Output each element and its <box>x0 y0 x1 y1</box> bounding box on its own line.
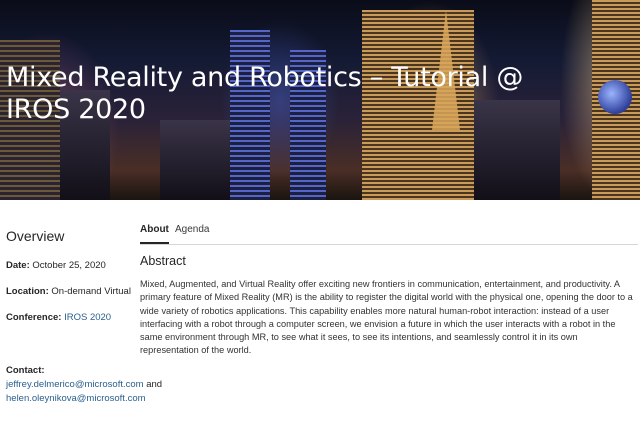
location-row: Location: On-demand Virtual <box>6 286 136 298</box>
contact-joiner: and <box>143 379 163 390</box>
date-row: Date: October 25, 2020 <box>6 260 136 272</box>
abstract-paragraph: Mixed, Augmented, and Virtual Reality of… <box>140 279 633 356</box>
sidebar: Overview Date: October 25, 2020 Location… <box>6 226 136 338</box>
location-label: Location: <box>6 286 49 297</box>
main-content: About Agenda Abstract Mixed, Augmented, … <box>140 222 638 358</box>
hero-globe <box>598 80 632 114</box>
tab-agenda[interactable]: Agenda <box>175 224 209 235</box>
conference-label: Conference: <box>6 312 62 323</box>
hero-banner: Mixed Reality and Robotics – Tutorial @ … <box>0 0 640 200</box>
contact-block: Contact: jeffrey.delmerico@microsoft.com… <box>6 364 266 406</box>
section-title: Abstract <box>140 254 186 268</box>
contact-email-link[interactable]: helen.oleynikova@microsoft.com <box>6 393 146 404</box>
conference-link[interactable]: IROS 2020 <box>64 312 111 323</box>
date-label: Date: <box>6 260 30 271</box>
page-title: Mixed Reality and Robotics – Tutorial @ … <box>6 62 524 125</box>
date-value: October 25, 2020 <box>32 260 106 271</box>
tab-bar: About Agenda <box>140 222 638 245</box>
contact-label: Contact: <box>6 365 45 376</box>
tab-about[interactable]: About <box>140 224 169 244</box>
hero-building <box>160 120 230 200</box>
location-value: On-demand Virtual <box>51 286 131 297</box>
conference-row: Conference: IROS 2020 <box>6 312 136 324</box>
contact-email-link[interactable]: jeffrey.delmerico@microsoft.com <box>6 379 144 390</box>
sidebar-heading: Overview <box>6 228 65 244</box>
